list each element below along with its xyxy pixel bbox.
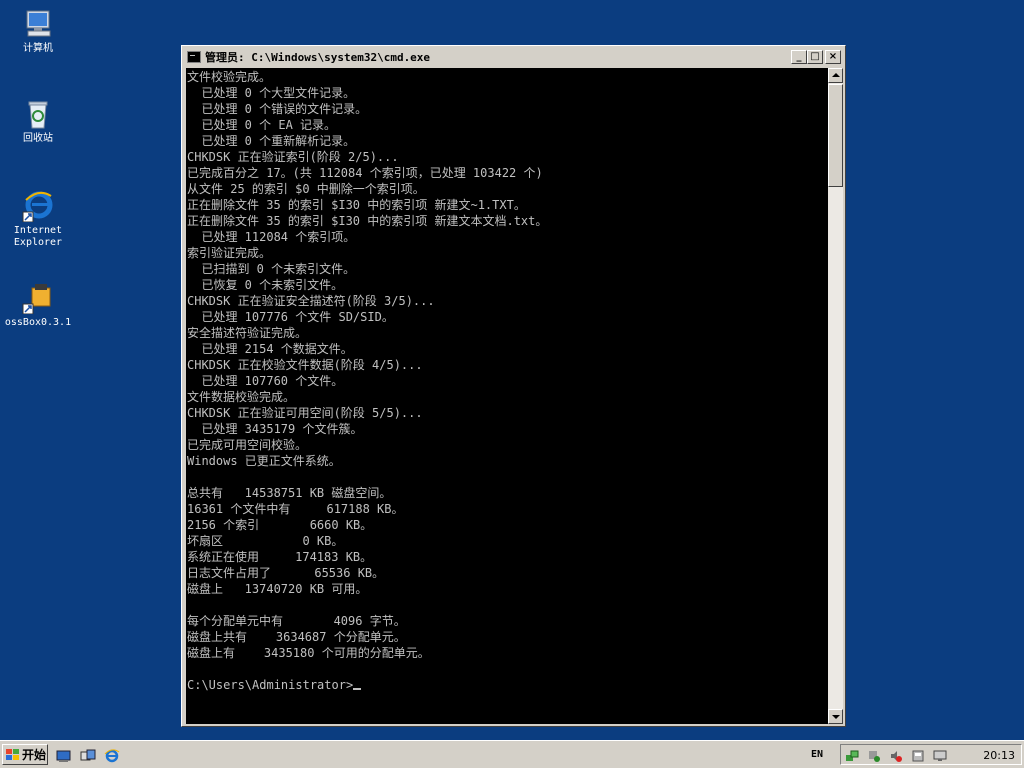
console-line: CHKDSK 正在验证可用空间(阶段 5/5)... <box>187 406 423 420</box>
console-line: 索引验证完成。 <box>187 246 272 260</box>
window-title: 管理员: C:\Windows\system32\cmd.exe <box>205 51 431 64</box>
console-line: 磁盘上共有 3634687 个分配单元。 <box>187 630 406 644</box>
desktop-icon-ossbox[interactable]: ossBox0.3.1 <box>0 282 76 329</box>
desktop-icon-label: ossBox0.3.1 <box>4 317 72 328</box>
start-button[interactable]: 开始 <box>2 744 48 765</box>
window-titlebar[interactable]: 管理员: C:\Windows\system32\cmd.exe _ □ × <box>184 48 843 66</box>
console-line: 已处理 3435179 个文件簇。 <box>187 422 363 436</box>
console-line: 已处理 0 个重新解析记录。 <box>187 134 356 148</box>
desktop-icon-label-line2: Explorer <box>13 237 63 248</box>
console-line: CHKDSK 正在验证安全描述符(阶段 3/5)... <box>187 294 435 308</box>
console-line: 已处理 107776 个文件 SD/SID。 <box>187 310 394 324</box>
monitor-icon[interactable] <box>933 748 947 762</box>
console-line: 磁盘上有 3435180 个可用的分配单元。 <box>187 646 430 660</box>
console-line: 已扫描到 0 个未索引文件。 <box>187 262 356 276</box>
cmd-window[interactable]: 管理员: C:\Windows\system32\cmd.exe _ □ × 文… <box>181 45 846 727</box>
console-line: 已处理 2154 个数据文件。 <box>187 342 353 356</box>
console-line: 日志文件占用了 65536 KB。 <box>187 566 385 580</box>
language-indicator[interactable]: EN <box>811 749 823 760</box>
internet-explorer-icon <box>22 190 54 223</box>
console-line: 从文件 25 的索引 $0 中删除一个索引项。 <box>187 182 425 196</box>
console-line: 总共有 14538751 KB 磁盘空间。 <box>187 486 392 500</box>
console-line: 已恢复 0 个未索引文件。 <box>187 278 344 292</box>
desktop-icon-recycle-bin[interactable]: 回收站 <box>0 98 76 145</box>
console-line: 已完成可用空间校验。 <box>187 438 308 452</box>
scroll-down-button[interactable] <box>828 709 843 724</box>
taskbar: 开始 EN 20:13 <box>0 740 1024 768</box>
console-line: 坏扇区 0 KB。 <box>187 534 344 548</box>
console-line: 2156 个索引 6660 KB。 <box>187 518 373 532</box>
desktop-icon-label: 计算机 <box>23 43 53 54</box>
network-icon[interactable] <box>845 748 859 762</box>
console-line: 磁盘上 13740720 KB 可用。 <box>187 582 368 596</box>
desktop-icon-label: 回收站 <box>23 133 53 144</box>
console-line: 正在删除文件 35 的索引 $I30 中的索引项 新建文~1.TXT。 <box>187 198 526 212</box>
desktop-icon-internet-explorer[interactable]: Internet Explorer <box>0 190 76 249</box>
minimize-button[interactable]: _ <box>791 50 807 64</box>
console-line: CHKDSK 正在验证索引(阶段 2/5)... <box>187 150 399 164</box>
desktop-icon-computer[interactable]: 计算机 <box>0 8 76 55</box>
show-desktop-icon[interactable] <box>80 748 96 762</box>
scroll-up-button[interactable] <box>828 68 843 83</box>
console-line: 系统正在使用 174183 KB。 <box>187 550 373 564</box>
console-line: 已处理 0 个大型文件记录。 <box>187 86 356 100</box>
console-line: 每个分配单元中有 4096 字节。 <box>187 614 406 628</box>
close-button[interactable]: × <box>825 50 841 64</box>
console-text: 文件校验完成。 已处理 0 个大型文件记录。 已处理 0 个错误的文件记录。 已… <box>186 68 828 693</box>
console-line: 已处理 107760 个文件。 <box>187 374 344 388</box>
console-line: 已处理 0 个 EA 记录。 <box>187 118 337 132</box>
internet-explorer-icon[interactable] <box>104 748 120 763</box>
console-line: Windows 已更正文件系统。 <box>187 454 341 468</box>
console-line: C:\Users\Administrator> <box>187 678 354 692</box>
windows-flag-icon <box>6 748 20 761</box>
console-line: 已完成百分之 17。(共 112084 个索引项，已处理 103422 个) <box>187 166 543 180</box>
recycle-bin-icon <box>22 98 54 130</box>
console-line: 正在删除文件 35 的索引 $I30 中的索引项 新建文本文档.txt。 <box>187 214 548 228</box>
volume-muted-icon[interactable] <box>889 748 903 762</box>
console-output[interactable]: 文件校验完成。 已处理 0 个大型文件记录。 已处理 0 个错误的文件记录。 已… <box>186 68 828 724</box>
start-label: 开始 <box>22 748 47 762</box>
device-icon[interactable] <box>911 748 925 762</box>
console-line: 文件校验完成。 <box>187 70 272 84</box>
console-line: 16361 个文件中有 617188 KB。 <box>187 502 404 516</box>
system-tray: 20:13 <box>840 744 1022 765</box>
console-line: CHKDSK 正在校验文件数据(阶段 4/5)... <box>187 358 423 372</box>
text-cursor <box>353 688 362 690</box>
maximize-button[interactable]: □ <box>807 50 823 64</box>
console-line: 已处理 0 个错误的文件记录。 <box>187 102 368 116</box>
console-line: 文件数据校验完成。 <box>187 390 296 404</box>
clock[interactable]: 20:13 <box>983 749 1015 762</box>
desktop-icon-label-line1: Internet <box>13 225 63 236</box>
security-icon[interactable] <box>867 748 881 762</box>
console-line: 安全描述符验证完成。 <box>187 326 308 340</box>
computer-icon <box>22 8 54 40</box>
console-line: 已处理 112084 个索引项。 <box>187 230 356 244</box>
cmd-icon[interactable] <box>187 51 201 63</box>
vertical-scrollbar[interactable] <box>828 68 843 724</box>
scroll-thumb[interactable] <box>828 84 843 187</box>
server-manager-icon[interactable] <box>56 748 72 762</box>
ossbox-icon <box>22 282 54 315</box>
